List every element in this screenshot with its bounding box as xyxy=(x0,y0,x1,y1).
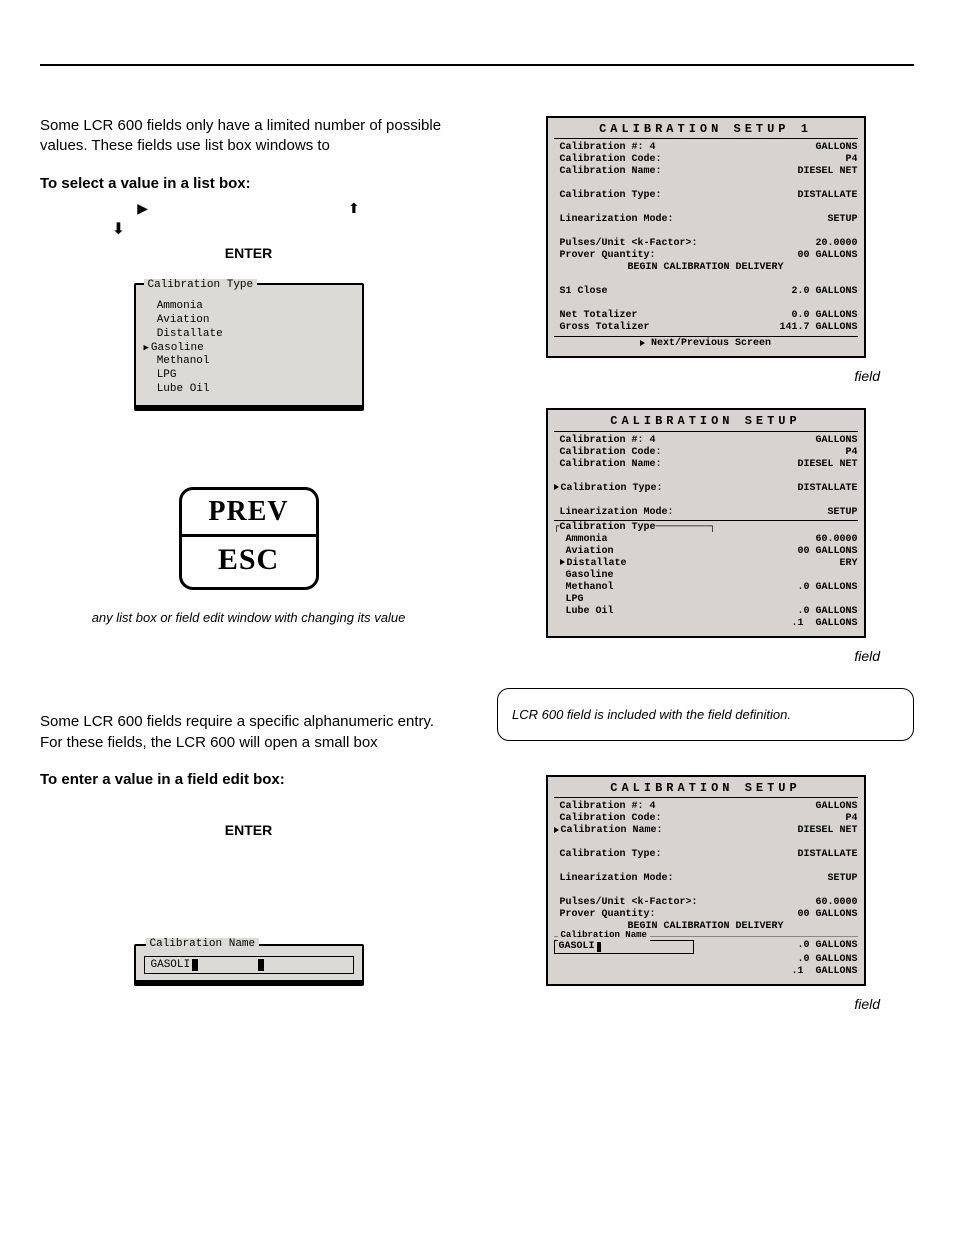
panel-row: Calibration Name:DIESEL NET xyxy=(554,459,858,471)
top-rule xyxy=(40,64,914,66)
panel-row: Prover Quantity:00 GALLONS xyxy=(554,909,858,921)
panel-row: Calibration Type:DISTALLATE xyxy=(554,190,858,202)
caption-prev-esc: any list box or field edit window with c… xyxy=(40,610,457,627)
listbox-item[interactable]: Gasoline xyxy=(144,342,354,356)
listbox-item[interactable]: Aviation xyxy=(144,314,354,328)
panel3-edit-label: Calibration Name xyxy=(558,930,650,941)
panel-row: Pulses/Unit <k-Factor>:60.0000 xyxy=(554,897,858,909)
panel1-title: CALIBRATION SETUP 1 xyxy=(554,122,858,139)
panel-row: Linearization Mode:SETUP xyxy=(554,507,858,519)
panel-row: Calibration Code:P4 xyxy=(554,447,858,459)
panel-row xyxy=(554,837,858,849)
intro-editbox: Some LCR 600 fields require a specific a… xyxy=(40,712,457,753)
panel2-sub-item: Aviation00 GALLONS xyxy=(554,546,858,558)
panel-row: Pulses/Unit <k-Factor>:20.0000 xyxy=(554,238,858,250)
panel-row: Prover Quantity:00 GALLONS xyxy=(554,250,858,262)
listbox-title: Calibration Type xyxy=(144,279,258,293)
prev-esc-button[interactable]: PREV ESC xyxy=(179,487,319,590)
panel-row xyxy=(554,298,858,310)
editbox-value: GASOLI xyxy=(151,959,191,971)
panel-row xyxy=(554,471,858,483)
panel-row xyxy=(554,178,858,190)
panel-row: Calibration #: 4GALLONS xyxy=(554,435,858,447)
caption-field-2: field xyxy=(497,648,880,664)
listbox-item[interactable]: Lube Oil xyxy=(144,383,354,397)
lcd-panel-2: CALIBRATION SETUP Calibration #: 4GALLON… xyxy=(546,408,866,637)
prev-label: PREV xyxy=(182,490,316,534)
panel-row: Linearization Mode:SETUP xyxy=(554,873,858,885)
panel-row: .0 GALLONS xyxy=(554,954,858,966)
panel2-title: CALIBRATION SETUP xyxy=(554,414,858,431)
panel-row: .1 GALLONS xyxy=(554,966,858,978)
intro-listbox: Some LCR 600 fields only have a limited … xyxy=(40,116,457,157)
heading-select-listbox: To select a value in a list box: xyxy=(40,175,457,192)
panel-row xyxy=(554,885,858,897)
panel-row: Calibration Name:DIESEL NET xyxy=(554,825,858,837)
panel-row xyxy=(554,861,858,873)
panel-row xyxy=(554,274,858,286)
esc-label: ESC xyxy=(182,534,316,587)
panel-row: Calibration Code:P4 xyxy=(554,813,858,825)
panel2-sub-item: Lube Oil.0 GALLONS xyxy=(554,606,858,618)
panel3-editbox: GASOLI xyxy=(554,940,694,954)
arrow-up-icon: ⬆ xyxy=(348,200,360,217)
panel-row: Gross Totalizer141.7 GALLONS xyxy=(554,322,858,334)
listbox-item[interactable]: Methanol xyxy=(144,355,354,369)
panel-row: Calibration #: 4GALLONS xyxy=(554,142,858,154)
panel-row: Linearization Mode:SETUP xyxy=(554,214,858,226)
mini-cursor-icon xyxy=(597,942,601,952)
arrow-down-icon: ⬇ xyxy=(0,219,457,239)
triangle-right-icon xyxy=(640,340,645,346)
heading-enter-editbox: To enter a value in a field edit box: xyxy=(40,771,457,788)
enter-label-2: ENTER xyxy=(40,822,457,838)
panel2-sub-item: Ammonia60.0000 xyxy=(554,534,858,546)
listbox-item[interactable]: LPG xyxy=(144,369,354,383)
panel-row: S1 Close2.0 GALLONS xyxy=(554,286,858,298)
editbox-title: Calibration Name xyxy=(146,938,260,950)
text-cursor-icon xyxy=(192,959,198,971)
panel-row: Net Totalizer0.0 GALLONS xyxy=(554,310,858,322)
panel-row: Calibration Code:P4 xyxy=(554,154,858,166)
panel-row xyxy=(554,226,858,238)
panel1-center: BEGIN CALIBRATION DELIVERY xyxy=(554,262,858,274)
caption-field-1: field xyxy=(497,368,880,384)
panel-row xyxy=(554,202,858,214)
panel-row: Calibration Name:DIESEL NET xyxy=(554,166,858,178)
listbox-item[interactable]: Distallate xyxy=(144,328,354,342)
calibration-name-editbox[interactable]: Calibration Name GASOLI xyxy=(134,944,364,982)
panel2-sub-item: LPG xyxy=(554,594,858,606)
enter-label-1: ENTER xyxy=(40,245,457,261)
panel-row: Calibration Type:DISTALLATE xyxy=(554,483,858,495)
calibration-type-listbox[interactable]: Calibration Type Ammonia Aviation Distal… xyxy=(134,283,364,407)
panel1-footer: Next/Previous Screen xyxy=(554,336,858,350)
panel2-sub-item: Methanol.0 GALLONS xyxy=(554,582,858,594)
panel2-sub-item: DistallateERY xyxy=(554,558,858,570)
panel-row: Calibration Type:DISTALLATE xyxy=(554,849,858,861)
panel3-title: CALIBRATION SETUP xyxy=(554,781,858,798)
lcd-panel-3: CALIBRATION SETUP Calibration #: 4GALLON… xyxy=(546,775,866,986)
listbox-item[interactable]: Ammonia xyxy=(144,300,354,314)
text-caret-end-icon xyxy=(258,959,264,971)
panel-row: Calibration #: 4GALLONS xyxy=(554,801,858,813)
panel2-tail: .1 GALLONS xyxy=(554,618,858,630)
arrow-right-icon: ▶ xyxy=(137,200,148,217)
note-box: LCR 600 field is included with the field… xyxy=(497,688,914,741)
lcd-panel-1: CALIBRATION SETUP 1 Calibration #: 4GALL… xyxy=(546,116,866,358)
panel-row xyxy=(554,495,858,507)
caption-field-3: field xyxy=(497,996,880,1012)
panel2-sub-item: Gasoline xyxy=(554,570,858,582)
